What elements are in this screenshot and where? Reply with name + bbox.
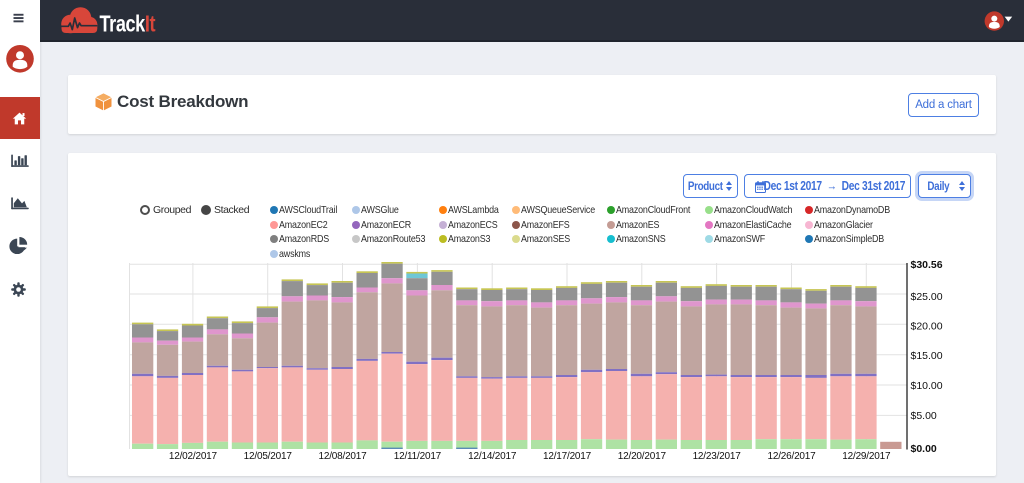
svg-text:12/14/2017: 12/14/2017 [468,451,517,462]
svg-text:$30.56: $30.56 [911,259,943,271]
svg-text:12/26/2017: 12/26/2017 [767,451,816,462]
svg-text:12/08/2017: 12/08/2017 [318,451,367,462]
svg-text:TrackIt: TrackIt [100,11,156,36]
svg-text:12/29/2017: 12/29/2017 [842,451,891,462]
svg-text:$25.00: $25.00 [911,291,943,303]
svg-text:$20.00: $20.00 [911,321,943,333]
svg-text:12/02/2017: 12/02/2017 [169,451,218,462]
svg-text:12/11/2017: 12/11/2017 [394,451,442,462]
svg-text:12/17/2017: 12/17/2017 [543,451,592,462]
svg-text:$5.00: $5.00 [911,410,937,422]
svg-text:$15.00: $15.00 [911,350,943,362]
svg-text:12/20/2017: 12/20/2017 [618,451,667,462]
svg-text:12/23/2017: 12/23/2017 [693,451,742,462]
svg-text:$10.00: $10.00 [911,380,943,392]
svg-text:$0.00: $0.00 [911,443,937,455]
svg-text:12/05/2017: 12/05/2017 [244,451,293,462]
